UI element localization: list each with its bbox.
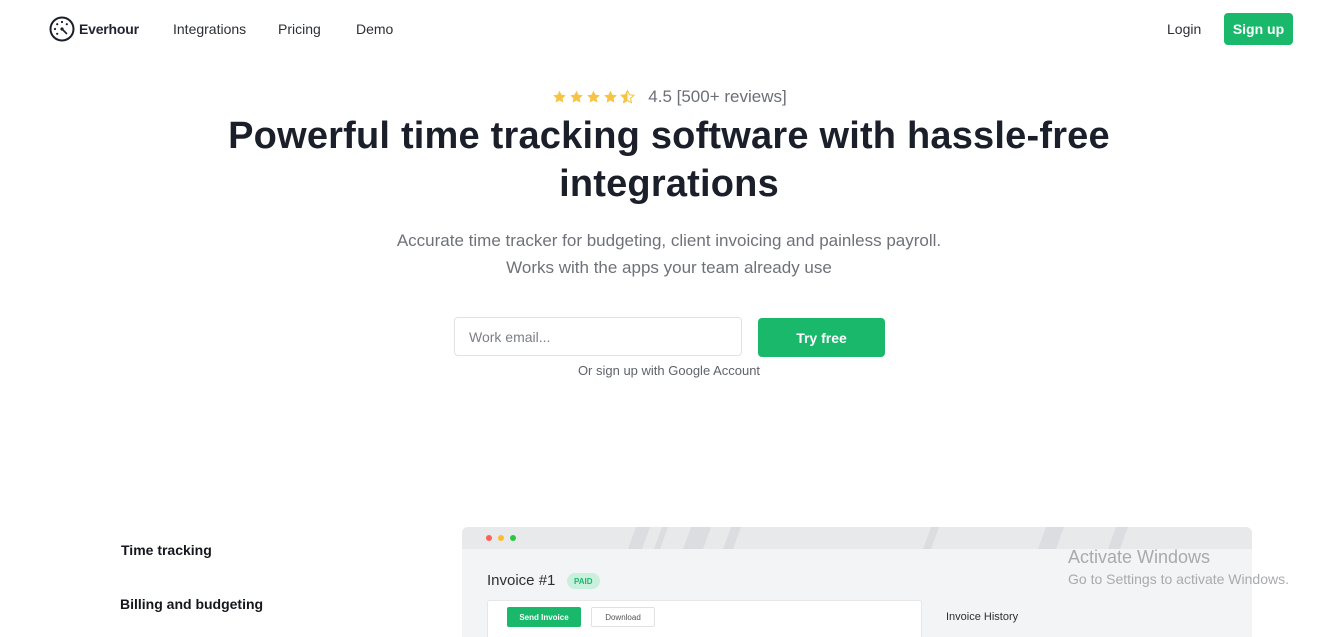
status-badge: PAID xyxy=(567,573,600,589)
window-minimize-dot xyxy=(498,535,504,541)
google-signup-row: Or sign up with Google Account xyxy=(0,363,1338,378)
hero-subtitle-line-1: Accurate time tracker for budgeting, cli… xyxy=(396,231,942,250)
preview-title-bar xyxy=(462,527,1252,549)
invoice-history-label: Invoice History xyxy=(946,611,1019,623)
window-maximize-dot xyxy=(510,535,516,541)
work-email-input[interactable] xyxy=(454,317,742,356)
hero-subtitle-line-2: Works with the apps your team already us… xyxy=(506,258,832,277)
clock-logo-icon xyxy=(49,16,75,42)
nav-link-integrations[interactable]: Integrations xyxy=(173,21,246,37)
star-icon xyxy=(570,90,584,103)
star-icon xyxy=(553,90,567,103)
star-icon xyxy=(587,90,601,103)
hero-subtitle: Accurate time tracker for budgeting, cli… xyxy=(300,227,1038,281)
google-signup-link[interactable]: Or sign up with Google Account xyxy=(578,363,760,378)
title-bar-stripe xyxy=(682,527,712,549)
title-bar-stripe xyxy=(627,527,651,549)
brand-logo-link[interactable]: Everhour xyxy=(49,16,139,42)
nav-link-demo[interactable]: Demo xyxy=(356,21,393,37)
feature-tab-billing-budgeting[interactable]: Billing and budgeting xyxy=(120,596,263,612)
star-icon xyxy=(604,90,618,103)
title-bar-stripe xyxy=(653,527,669,549)
title-bar-stripe xyxy=(922,527,940,549)
login-link[interactable]: Login xyxy=(1167,21,1201,37)
send-invoice-button: Send Invoice xyxy=(507,607,581,627)
rating-stars xyxy=(551,89,636,105)
sign-up-button[interactable]: Sign up xyxy=(1224,13,1293,45)
invoice-title: Invoice #1 xyxy=(487,572,556,589)
invoice-panel: Send Invoice Download xyxy=(487,600,922,637)
download-button: Download xyxy=(591,607,655,627)
rating-summary: 4.5 [500+ reviews] xyxy=(0,87,1338,107)
title-bar-stripe xyxy=(1037,527,1065,549)
half-star-icon xyxy=(620,89,636,104)
title-bar-stripe xyxy=(722,527,742,549)
title-bar-stripe xyxy=(1107,527,1129,549)
hero-title: Powerful time tracking software with has… xyxy=(228,115,1110,205)
try-free-button[interactable]: Try free xyxy=(758,318,885,357)
window-close-dot xyxy=(486,535,492,541)
nav-link-pricing[interactable]: Pricing xyxy=(278,21,321,37)
top-navigation: Everhour Integrations Pricing Demo Login… xyxy=(0,0,1338,58)
brand-name: Everhour xyxy=(79,21,139,37)
feature-tab-time-tracking[interactable]: Time tracking xyxy=(121,542,212,558)
rating-text: 4.5 [500+ reviews] xyxy=(648,87,787,106)
